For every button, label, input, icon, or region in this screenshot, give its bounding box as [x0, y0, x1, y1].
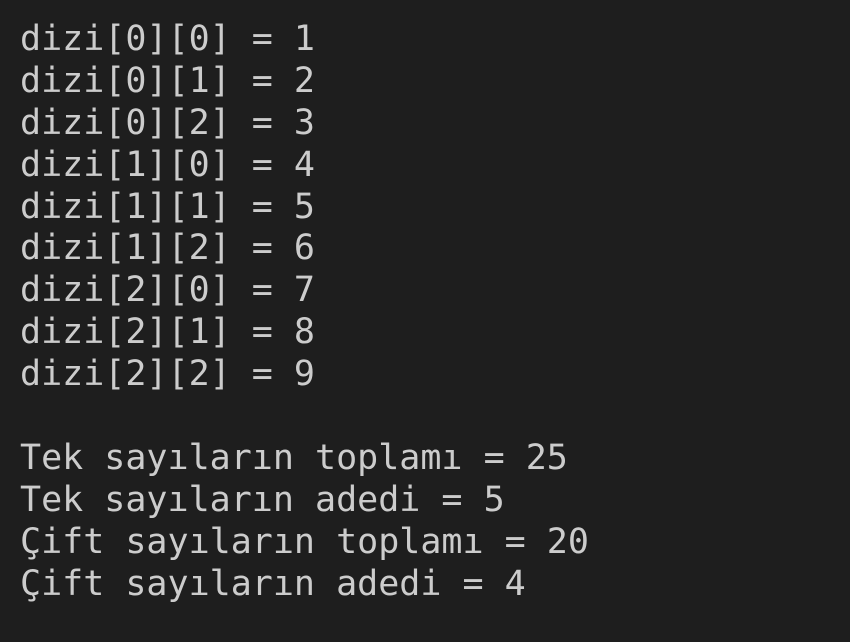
odd-count-line: Tek sayıların adedi = 5	[20, 479, 505, 520]
output-line: dizi[1][2] = 6	[20, 228, 316, 269]
output-line: dizi[0][1] = 2	[20, 60, 316, 101]
terminal-output: dizi[0][0] = 1 dizi[0][1] = 2 dizi[0][2]…	[20, 19, 589, 605]
even-sum-line: Çift sayıların toplamı = 20	[20, 521, 589, 562]
output-line: dizi[2][1] = 8	[20, 312, 316, 353]
output-line: dizi[0][0] = 1	[20, 19, 316, 59]
even-count-line: Çift sayıların adedi = 4	[20, 563, 526, 604]
output-line: dizi[2][2] = 9	[20, 354, 316, 395]
output-line: dizi[2][0] = 7	[20, 270, 316, 311]
odd-sum-line: Tek sayıların toplamı = 25	[20, 437, 568, 478]
output-line: dizi[0][2] = 3	[20, 102, 316, 143]
output-line: dizi[1][1] = 5	[20, 186, 316, 227]
output-line: dizi[1][0] = 4	[20, 144, 316, 185]
